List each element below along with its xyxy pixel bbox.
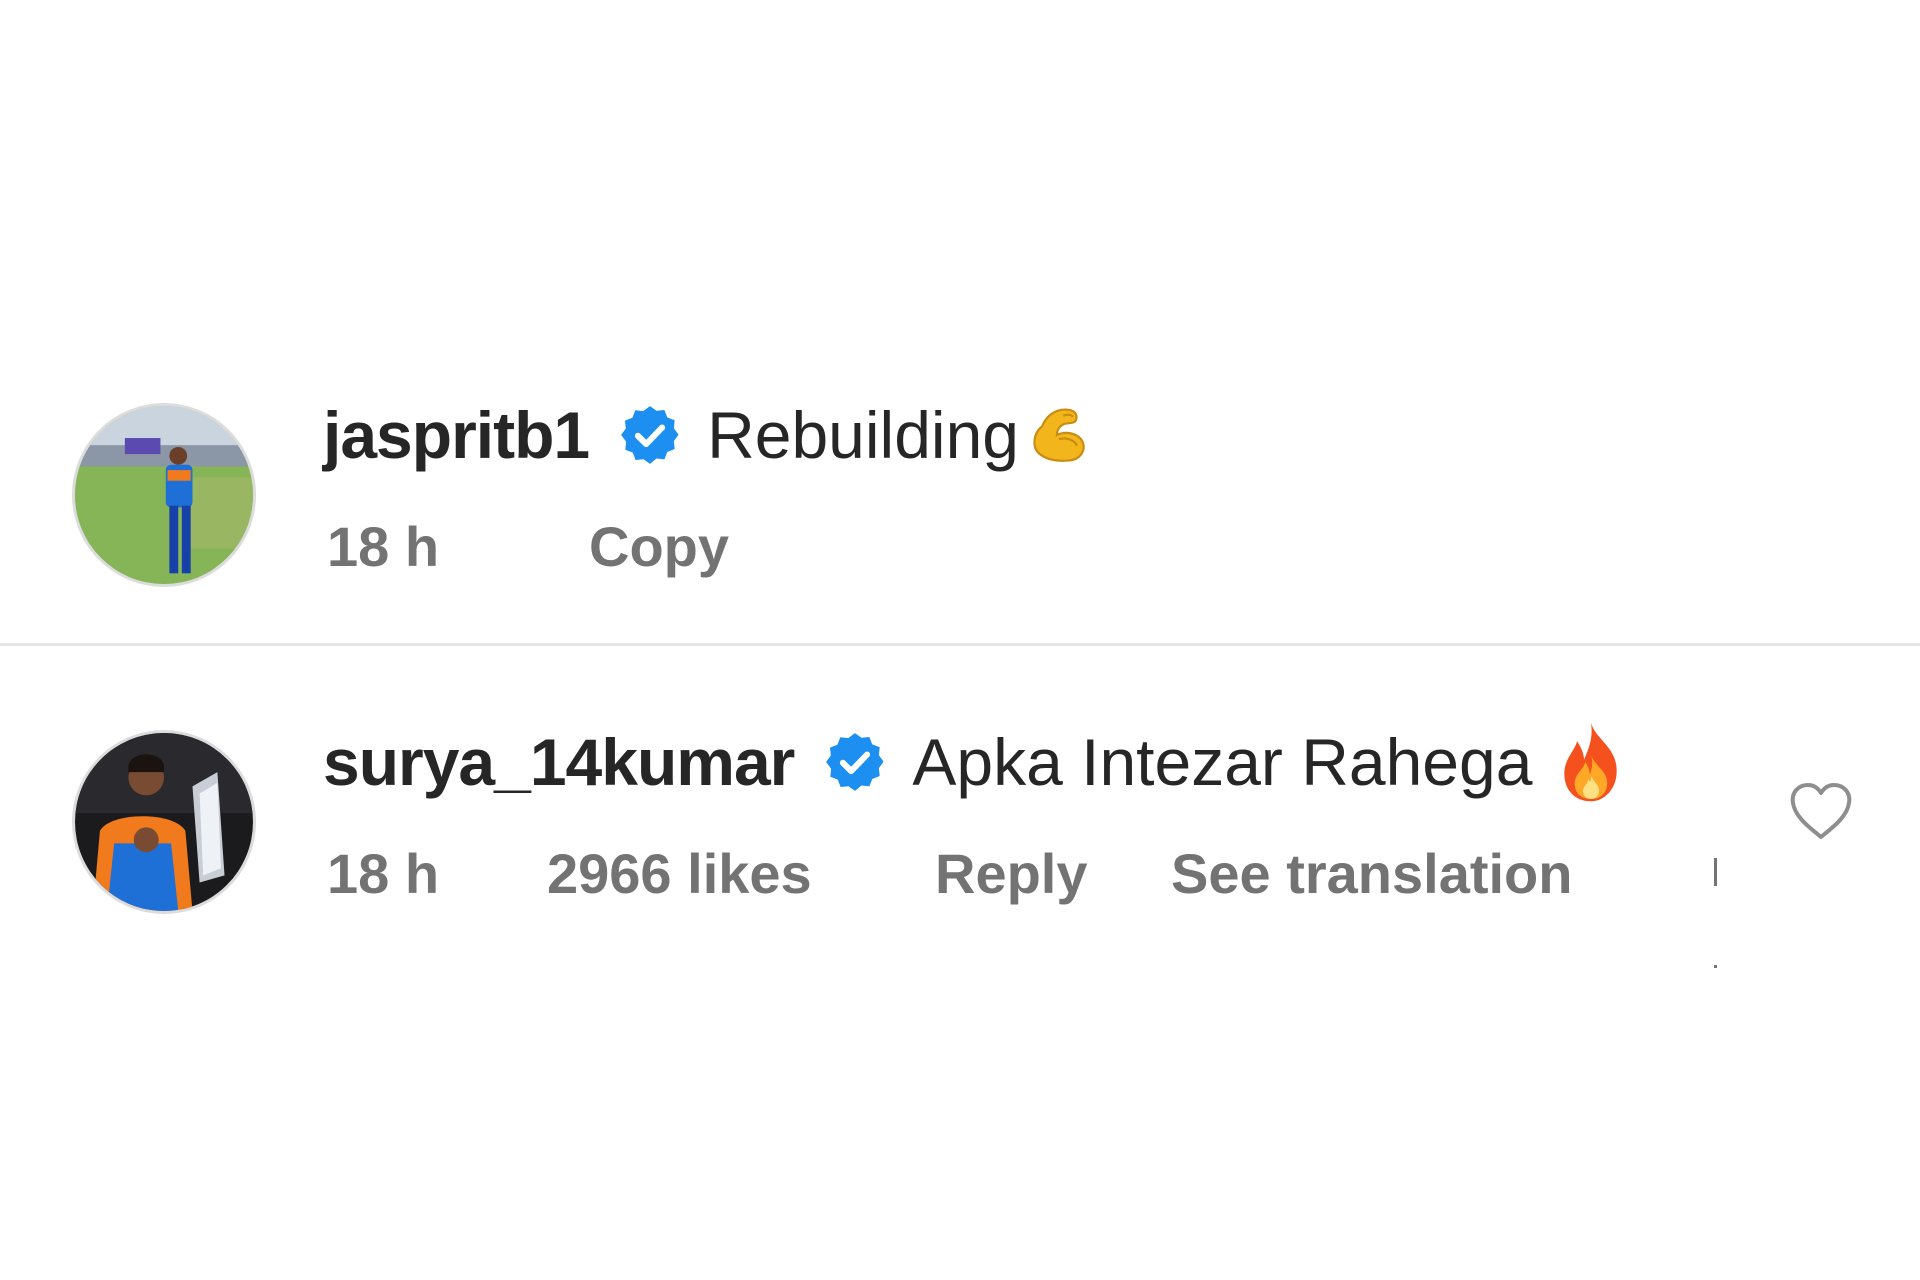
verified-badge-icon xyxy=(617,402,683,468)
username[interactable]: jaspritb1 xyxy=(323,397,590,473)
avatar-image xyxy=(75,733,253,911)
fire-emoji-icon xyxy=(1554,720,1628,804)
likes-count[interactable]: 2966 likes xyxy=(547,841,935,906)
comment-text: Apka Intezar Rahega xyxy=(912,725,1533,799)
reply-button[interactable]: Reply xyxy=(935,841,1171,906)
comment-text: Rebuilding xyxy=(707,398,1019,472)
verified-badge-icon xyxy=(822,729,888,795)
comment-line: jaspritb1 Rebuilding xyxy=(323,393,1093,477)
heart-outline-icon[interactable] xyxy=(1789,781,1853,841)
scroll-indicator xyxy=(1714,858,1717,886)
copy-button[interactable]: Copy xyxy=(589,514,729,579)
see-translation-button[interactable]: See translation xyxy=(1171,841,1572,906)
comment-meta: 18 h Copy xyxy=(327,511,729,581)
username[interactable]: surya_14kumar xyxy=(323,724,795,800)
avatar-image xyxy=(75,406,253,584)
comment-meta: 18 h 2966 likes Reply See translation xyxy=(327,838,1572,908)
flexed-biceps-emoji-icon xyxy=(1025,401,1093,469)
timestamp: 18 h xyxy=(327,841,440,905)
avatar-jaspritb1[interactable] xyxy=(72,403,256,587)
timestamp: 18 h xyxy=(327,514,440,578)
scroll-indicator-dot xyxy=(1714,965,1717,968)
comment-line: surya_14kumar Apka Intezar Rahega xyxy=(323,720,1628,804)
divider xyxy=(0,643,1920,646)
avatar-surya_14kumar[interactable] xyxy=(72,730,256,914)
